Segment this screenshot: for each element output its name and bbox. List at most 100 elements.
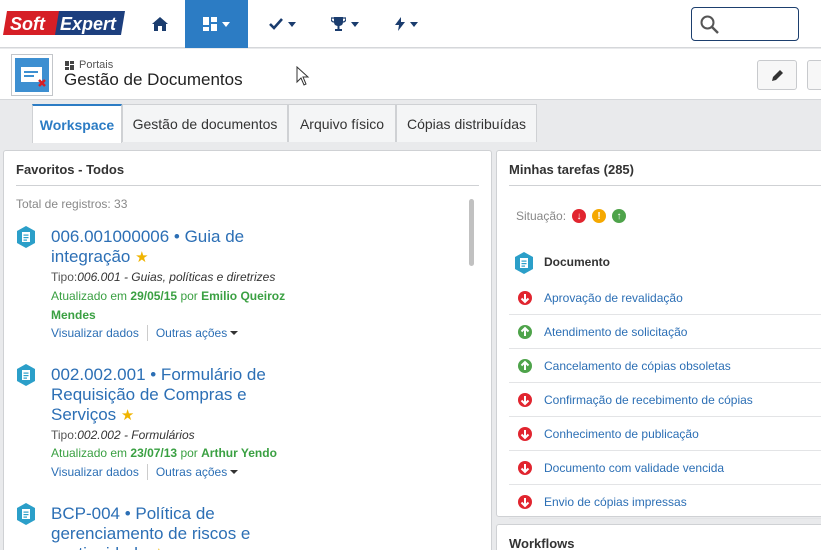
ontime-status-icon [518,325,532,339]
tasks-section-title: Documento [544,255,610,269]
task-label[interactable]: Aprovação de revalidação [544,291,683,305]
nav-actions[interactable] [383,0,429,48]
type-label: Tipo: [51,270,78,284]
nav-tasks[interactable] [257,0,307,48]
late-status-icon [518,291,532,305]
nav-home[interactable] [137,0,183,48]
portal-icon [11,54,53,96]
chevron-down-icon [409,21,418,27]
more-button[interactable] [807,60,821,90]
divider [146,464,148,480]
star-icon[interactable]: ★ [121,407,134,424]
task-row[interactable]: Cancelamento de cópias obsoletas [509,349,821,383]
by-label: por [177,289,202,303]
search-icon [700,15,719,34]
view-data-link[interactable]: Visualizar dados [51,465,139,479]
late-status-icon [518,393,532,407]
task-row[interactable]: Conhecimento de publicação [509,417,821,451]
task-row[interactable]: Confirmação de recebimento de cópias [509,383,821,417]
favorite-link[interactable]: 002.002.001 • Formulário de Requisição d… [51,365,266,424]
type-value: 002.002 - Formulários [77,428,195,442]
favorite-title[interactable]: 002.002.001 • Formulário de Requisição d… [51,365,291,426]
star-icon[interactable]: ★ [135,249,148,266]
svg-text:Expert: Expert [60,14,117,34]
task-label[interactable]: Conhecimento de publicação [544,427,699,441]
nav-dashboard[interactable] [185,0,248,48]
favorite-actions: Visualizar dados Outras ações [51,464,239,480]
late-status-icon [518,461,532,475]
nav-trophy[interactable] [320,0,370,48]
late-status-icon [518,427,532,441]
favorite-type: Tipo:006.001 - Guias, políticas e diretr… [51,270,275,284]
tab-gestao-de-documentos[interactable]: Gestão de documentos [122,104,288,142]
task-label[interactable]: Cancelamento de cópias obsoletas [544,359,731,373]
tab-copias-distribuidas[interactable]: Cópias distribuídas [396,104,537,142]
divider [146,325,148,341]
updated-label: Atualizado em [51,289,131,303]
tab-arquivo-fisico[interactable]: Arquivo físico [288,104,396,142]
task-label[interactable]: Confirmação de recebimento de cópias [544,393,753,407]
bolt-icon [394,17,405,31]
task-label[interactable]: Atendimento de solicitação [544,325,687,339]
edit-button[interactable] [757,60,797,90]
chevron-down-icon [351,21,359,27]
trophy-icon [331,17,346,31]
check-icon [268,18,283,30]
type-label: Tipo: [51,428,78,442]
favorite-actions: Visualizar dados Outras ações [51,325,239,341]
favorite-title[interactable]: BCP-004 • Política de gerenciamento de r… [51,504,291,550]
task-label[interactable]: Documento com validade vencida [544,461,724,475]
document-icon [17,364,35,386]
situation-filter: Situação: ↓ ! ↑ [516,209,627,223]
softexpert-logo[interactable]: Soft Expert [3,9,126,37]
favorites-title: Favoritos - Todos [16,162,125,177]
task-row[interactable]: Atendimento de solicitação [509,315,821,349]
document-icon [17,226,35,248]
star-icon[interactable]: ★ [152,546,165,550]
chevron-down-icon [287,21,296,27]
divider [509,185,821,186]
late-status-icon [518,495,532,509]
mouse-cursor-icon [296,66,310,86]
tab-bar: Workspace Gestão de documentos Arquivo f… [0,101,821,143]
type-value: 006.001 - Guias, políticas e diretrizes [77,270,276,284]
author-name: Arthur Yendo [201,446,277,460]
dashboard-icon [203,17,217,31]
caret-down-icon [230,331,239,335]
by-label: por [177,446,202,460]
document-icon [17,503,35,525]
updated-date: 23/07/13 [130,446,178,460]
task-label[interactable]: Envio de cópias impressas [544,495,687,509]
page-header: Portais Gestão de Documentos [0,49,821,100]
late-filter-icon[interactable]: ↓ [572,209,587,223]
scrollbar[interactable] [469,199,474,266]
total-records: Total de registros: 33 [16,197,128,211]
task-row[interactable]: Envio de cópias impressas [509,485,821,519]
task-row[interactable]: Documento com validade vencida [509,451,821,485]
top-navbar: Soft Expert [0,0,821,48]
other-actions-dropdown[interactable]: Outras ações [156,326,227,340]
ontime-filter-icon[interactable]: ↑ [612,209,627,223]
other-actions-dropdown[interactable]: Outras ações [156,465,227,479]
home-icon [152,17,168,31]
favorite-updated: Atualizado em 23/07/13 por Arthur Yendo [51,444,311,463]
task-row[interactable]: Aprovação de revalidação [509,281,821,315]
document-icon [515,252,533,274]
svg-text:Soft: Soft [10,14,46,34]
view-data-link[interactable]: Visualizar dados [51,326,139,340]
pencil-icon [771,69,783,81]
tasks-title: Minhas tarefas (285) [509,162,634,177]
updated-date: 29/05/15 [130,289,178,303]
workflows-title: Workflows [509,536,575,550]
updated-label: Atualizado em [51,446,131,460]
favorite-title[interactable]: 006.001000006 • Guia de integração ★ [51,227,291,268]
caret-down-icon [230,470,239,474]
warning-filter-icon[interactable]: ! [592,209,607,223]
favorite-updated: Atualizado em 29/05/15 por Emilio Queiro… [51,287,311,325]
tab-workspace[interactable]: Workspace [32,104,122,143]
search-input[interactable] [691,7,799,41]
page-title: Gestão de Documentos [64,70,243,89]
ontime-status-icon [518,359,532,373]
favorite-link[interactable]: BCP-004 • Política de gerenciamento de r… [51,504,250,550]
divider [16,185,479,186]
